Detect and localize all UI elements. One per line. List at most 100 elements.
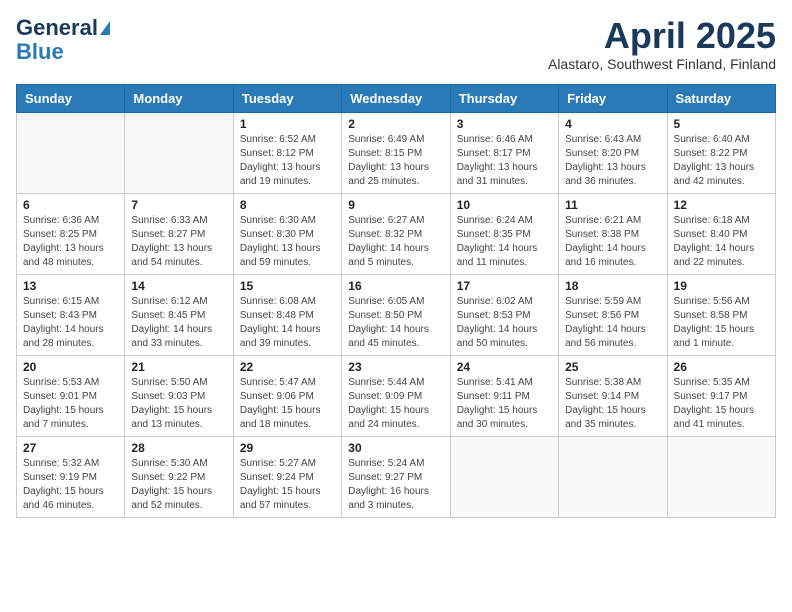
day-info: Sunrise: 5:50 AMSunset: 9:03 PMDaylight:… xyxy=(131,376,226,432)
day-info: Sunrise: 6:08 AMSunset: 8:48 PMDaylight:… xyxy=(240,295,335,351)
day-info: Sunrise: 6:05 AMSunset: 8:50 PMDaylight:… xyxy=(348,295,443,351)
day-number: 24 xyxy=(457,360,552,374)
day-cell: 8 Sunrise: 6:30 AMSunset: 8:30 PMDaylight… xyxy=(233,193,341,274)
day-number: 13 xyxy=(23,279,118,293)
day-number: 23 xyxy=(348,360,443,374)
col-header-saturday: Saturday xyxy=(667,84,775,112)
day-number: 17 xyxy=(457,279,552,293)
day-cell: 18Sunrise: 5:59 AMSunset: 8:56 PMDayligh… xyxy=(559,274,667,355)
day-number: 2 xyxy=(348,117,443,131)
day-cell: 17 Sunrise: 6:02 AMSunset: 8:53 PMDayligh… xyxy=(450,274,558,355)
day-number: 6 xyxy=(23,198,118,212)
day-number: 25 xyxy=(565,360,660,374)
day-number: 5 xyxy=(674,117,769,131)
day-cell xyxy=(450,436,558,517)
day-number: 3 xyxy=(457,117,552,131)
day-cell xyxy=(667,436,775,517)
day-number: 10 xyxy=(457,198,552,212)
day-number: 1 xyxy=(240,117,335,131)
day-cell: 19Sunrise: 5:56 AMSunset: 8:58 PMDayligh… xyxy=(667,274,775,355)
day-cell: 24 Sunrise: 5:41 AMSunset: 9:11 PMDayligh… xyxy=(450,355,558,436)
day-cell xyxy=(17,112,125,193)
day-cell: 27 Sunrise: 5:32 AMSunset: 9:19 PMDayligh… xyxy=(17,436,125,517)
day-cell: 29 Sunrise: 5:27 AMSunset: 9:24 PMDayligh… xyxy=(233,436,341,517)
day-info: Sunrise: 5:53 AMSunset: 9:01 PMDaylight:… xyxy=(23,376,118,432)
day-number: 11 xyxy=(565,198,660,212)
day-info: Sunrise: 6:40 AMSunset: 8:22 PMDaylight:… xyxy=(674,133,769,189)
day-number: 19 xyxy=(674,279,769,293)
day-info: Sunrise: 6:02 AMSunset: 8:53 PMDaylight:… xyxy=(457,295,552,351)
day-number: 20 xyxy=(23,360,118,374)
day-number: 7 xyxy=(131,198,226,212)
day-cell: 20 Sunrise: 5:53 AMSunset: 9:01 PMDayligh… xyxy=(17,355,125,436)
day-info: Sunrise: 6:21 AMSunset: 8:38 PMDaylight:… xyxy=(565,214,660,270)
day-cell: 30Sunrise: 5:24 AMSunset: 9:27 PMDayligh… xyxy=(342,436,450,517)
day-info: Sunrise: 6:15 AMSunset: 8:43 PMDaylight:… xyxy=(23,295,118,351)
logo-blue: Blue xyxy=(16,40,64,64)
day-info: Sunrise: 5:41 AMSunset: 9:11 PMDaylight:… xyxy=(457,376,552,432)
day-number: 28 xyxy=(131,441,226,455)
day-info: Sunrise: 6:43 AMSunset: 8:20 PMDaylight:… xyxy=(565,133,660,189)
day-info: Sunrise: 5:47 AMSunset: 9:06 PMDaylight:… xyxy=(240,376,335,432)
day-number: 22 xyxy=(240,360,335,374)
header: General Blue April 2025 Alastaro, Southw… xyxy=(16,16,776,72)
day-number: 9 xyxy=(348,198,443,212)
day-info: Sunrise: 5:30 AMSunset: 9:22 PMDaylight:… xyxy=(131,457,226,513)
day-cell: 15 Sunrise: 6:08 AMSunset: 8:48 PMDayligh… xyxy=(233,274,341,355)
day-info: Sunrise: 5:35 AMSunset: 9:17 PMDaylight:… xyxy=(674,376,769,432)
day-cell xyxy=(125,112,233,193)
week-row-4: 20 Sunrise: 5:53 AMSunset: 9:01 PMDayligh… xyxy=(17,355,776,436)
day-number: 29 xyxy=(240,441,335,455)
day-number: 8 xyxy=(240,198,335,212)
day-cell: 4 Sunrise: 6:43 AMSunset: 8:20 PMDaylight… xyxy=(559,112,667,193)
day-info: Sunrise: 6:30 AMSunset: 8:30 PMDaylight:… xyxy=(240,214,335,270)
day-cell: 28 Sunrise: 5:30 AMSunset: 9:22 PMDayligh… xyxy=(125,436,233,517)
day-cell: 21 Sunrise: 5:50 AMSunset: 9:03 PMDayligh… xyxy=(125,355,233,436)
col-header-thursday: Thursday xyxy=(450,84,558,112)
day-info: Sunrise: 6:12 AMSunset: 8:45 PMDaylight:… xyxy=(131,295,226,351)
day-number: 12 xyxy=(674,198,769,212)
logo: General Blue xyxy=(16,16,110,64)
day-cell: 16 Sunrise: 6:05 AMSunset: 8:50 PMDayligh… xyxy=(342,274,450,355)
logo-general: General xyxy=(16,16,98,40)
day-info: Sunrise: 6:46 AMSunset: 8:17 PMDaylight:… xyxy=(457,133,552,189)
day-number: 14 xyxy=(131,279,226,293)
subtitle: Alastaro, Southwest Finland, Finland xyxy=(548,56,776,72)
col-header-tuesday: Tuesday xyxy=(233,84,341,112)
day-number: 21 xyxy=(131,360,226,374)
col-header-friday: Friday xyxy=(559,84,667,112)
week-row-5: 27 Sunrise: 5:32 AMSunset: 9:19 PMDayligh… xyxy=(17,436,776,517)
week-row-2: 6Sunrise: 6:36 AMSunset: 8:25 PMDaylight… xyxy=(17,193,776,274)
day-cell: 9Sunrise: 6:27 AMSunset: 8:32 PMDaylight… xyxy=(342,193,450,274)
col-header-sunday: Sunday xyxy=(17,84,125,112)
col-header-wednesday: Wednesday xyxy=(342,84,450,112)
day-cell: 5 Sunrise: 6:40 AMSunset: 8:22 PMDaylight… xyxy=(667,112,775,193)
day-cell: 14 Sunrise: 6:12 AMSunset: 8:45 PMDayligh… xyxy=(125,274,233,355)
day-info: Sunrise: 6:33 AMSunset: 8:27 PMDaylight:… xyxy=(131,214,226,270)
week-row-3: 13 Sunrise: 6:15 AMSunset: 8:43 PMDayligh… xyxy=(17,274,776,355)
day-cell: 12 Sunrise: 6:18 AMSunset: 8:40 PMDayligh… xyxy=(667,193,775,274)
day-number: 16 xyxy=(348,279,443,293)
day-info: Sunrise: 6:24 AMSunset: 8:35 PMDaylight:… xyxy=(457,214,552,270)
day-cell: 22 Sunrise: 5:47 AMSunset: 9:06 PMDayligh… xyxy=(233,355,341,436)
calendar-header-row: SundayMondayTuesdayWednesdayThursdayFrid… xyxy=(17,84,776,112)
day-cell: 2 Sunrise: 6:49 AMSunset: 8:15 PMDaylight… xyxy=(342,112,450,193)
day-info: Sunrise: 6:49 AMSunset: 8:15 PMDaylight:… xyxy=(348,133,443,189)
day-number: 27 xyxy=(23,441,118,455)
day-number: 26 xyxy=(674,360,769,374)
day-cell: 13 Sunrise: 6:15 AMSunset: 8:43 PMDayligh… xyxy=(17,274,125,355)
day-info: Sunrise: 5:32 AMSunset: 9:19 PMDaylight:… xyxy=(23,457,118,513)
day-number: 4 xyxy=(565,117,660,131)
calendar: SundayMondayTuesdayWednesdayThursdayFrid… xyxy=(16,84,776,518)
day-number: 15 xyxy=(240,279,335,293)
day-cell: 23 Sunrise: 5:44 AMSunset: 9:09 PMDayligh… xyxy=(342,355,450,436)
day-info: Sunrise: 5:27 AMSunset: 9:24 PMDaylight:… xyxy=(240,457,335,513)
day-info: Sunrise: 6:52 AMSunset: 8:12 PMDaylight:… xyxy=(240,133,335,189)
main-title: April 2025 xyxy=(548,16,776,56)
day-number: 18 xyxy=(565,279,660,293)
logo-triangle-icon xyxy=(100,21,110,35)
day-cell: 26 Sunrise: 5:35 AMSunset: 9:17 PMDayligh… xyxy=(667,355,775,436)
day-info: Sunrise: 5:44 AMSunset: 9:09 PMDaylight:… xyxy=(348,376,443,432)
day-info: Sunrise: 6:18 AMSunset: 8:40 PMDaylight:… xyxy=(674,214,769,270)
day-cell: 11 Sunrise: 6:21 AMSunset: 8:38 PMDayligh… xyxy=(559,193,667,274)
